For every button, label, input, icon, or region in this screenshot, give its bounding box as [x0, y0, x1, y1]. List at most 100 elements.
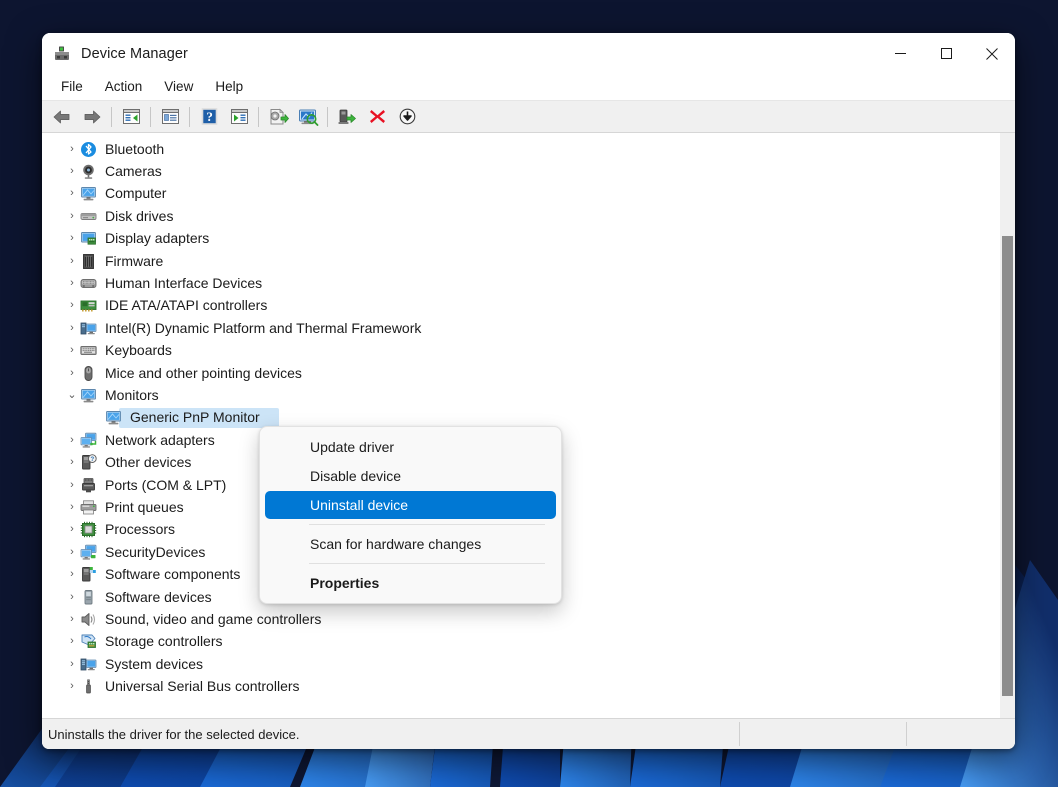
status-text: Uninstalls the driver for the selected d… [42, 727, 299, 742]
monitor-icon [80, 387, 97, 404]
chevron-right-icon[interactable]: › [64, 480, 80, 491]
tree-item[interactable]: ⌄Monitors [42, 384, 999, 406]
menu-view[interactable]: View [153, 76, 204, 98]
chevron-right-icon[interactable]: › [64, 636, 80, 647]
forward-arrow-icon [82, 108, 102, 126]
tree-item[interactable]: ›System devices [42, 653, 999, 675]
menu-bar: File Action View Help [42, 74, 1015, 101]
port-icon [80, 477, 97, 494]
menu-help[interactable]: Help [204, 76, 254, 98]
other-device-icon: ? [80, 454, 97, 471]
tree-item[interactable]: › Firmware [42, 250, 999, 272]
close-button[interactable] [969, 33, 1015, 74]
tree-item[interactable]: ›Human Interface Devices [42, 272, 999, 294]
chevron-right-icon[interactable]: › [64, 592, 80, 603]
tree-item-label: Storage controllers [105, 634, 223, 649]
title-bar[interactable]: Device Manager [42, 33, 1015, 74]
chevron-right-icon[interactable]: › [64, 368, 80, 379]
enable-device-button[interactable] [332, 104, 362, 130]
tree-item[interactable]: ›Cameras [42, 160, 999, 182]
ctx-update-driver[interactable]: Update driver [265, 433, 556, 461]
chevron-right-icon[interactable]: › [64, 547, 80, 558]
tree-item-label: Keyboards [105, 343, 172, 358]
minimize-button[interactable] [877, 33, 923, 74]
menu-action[interactable]: Action [94, 76, 154, 98]
update-driver-button[interactable] [263, 104, 293, 130]
properties-button[interactable] [155, 104, 185, 130]
tree-item[interactable]: ›Display adapters [42, 228, 999, 250]
tree-item-label: Universal Serial Bus controllers [105, 679, 300, 694]
chevron-right-icon[interactable]: › [64, 659, 80, 670]
chevron-right-icon[interactable]: › [64, 435, 80, 446]
mouse-icon [80, 365, 97, 382]
display-adapter-icon [80, 230, 97, 247]
ctx-disable-device[interactable]: Disable device [265, 462, 556, 490]
software-component-icon [80, 566, 97, 583]
security-device-icon [80, 544, 97, 561]
disable-device-button[interactable] [392, 104, 422, 130]
chevron-down-icon[interactable]: ⌄ [64, 390, 80, 401]
scrollbar-thumb[interactable] [1002, 236, 1013, 696]
action-pane-icon [230, 108, 249, 125]
window-controls [877, 33, 1015, 74]
properties-icon [161, 108, 180, 125]
status-divider-1 [739, 722, 740, 746]
window-title: Device Manager [81, 46, 188, 62]
keyboard-icon [80, 342, 97, 359]
tree-item[interactable]: ›Sound, video and game controllers [42, 608, 999, 630]
device-manager-icon [53, 45, 71, 63]
chevron-right-icon[interactable]: › [64, 614, 80, 625]
chevron-right-icon[interactable]: › [64, 457, 80, 468]
tree-item[interactable]: › Universal Serial Bus controllers [42, 675, 999, 697]
tree-item[interactable]: › Intel(R) Dynamic Platform and Thermal F… [42, 317, 999, 339]
tree-item[interactable]: ›IDE ATA/ATAPI controllers [42, 295, 999, 317]
ctx-scan-hardware-changes[interactable]: Scan for hardware changes [265, 530, 556, 558]
update-driver-icon [268, 108, 289, 126]
chevron-right-icon[interactable]: › [64, 144, 80, 155]
toolbar-separator [327, 107, 328, 127]
chevron-right-icon[interactable]: › [64, 323, 80, 334]
back-button[interactable] [47, 104, 77, 130]
console-tree-icon [122, 108, 141, 125]
toolbar-separator [111, 107, 112, 127]
uninstall-device-button[interactable] [362, 104, 392, 130]
tree-item[interactable]: › Storage controllers [42, 631, 999, 653]
chevron-right-icon[interactable]: › [64, 524, 80, 535]
help-button[interactable]: ? [194, 104, 224, 130]
chevron-right-icon[interactable]: › [64, 345, 80, 356]
tree-item-label: Intel(R) Dynamic Platform and Thermal Fr… [105, 321, 421, 336]
tree-item-label: SecurityDevices [105, 545, 205, 560]
chevron-right-icon[interactable]: › [64, 211, 80, 222]
chevron-right-icon[interactable]: › [64, 300, 80, 311]
network-adapter-icon [80, 432, 97, 449]
forward-button[interactable] [77, 104, 107, 130]
chevron-right-icon[interactable]: › [64, 188, 80, 199]
chevron-right-icon[interactable]: › [64, 278, 80, 289]
maximize-button[interactable] [923, 33, 969, 74]
chevron-right-icon[interactable]: › [64, 502, 80, 513]
tree-item-label: Other devices [105, 455, 191, 470]
tree-item[interactable]: › Keyboards [42, 340, 999, 362]
status-divider-2 [906, 722, 907, 746]
tree-item-label: Firmware [105, 254, 163, 269]
tree-item[interactable]: ›Bluetooth [42, 138, 999, 160]
tree-item[interactable]: ›Mice and other pointing devices [42, 362, 999, 384]
camera-icon [80, 163, 97, 180]
ctx-uninstall-device[interactable]: Uninstall device [265, 491, 556, 519]
show-hide-action-pane-button[interactable] [224, 104, 254, 130]
chevron-right-icon[interactable]: › [64, 233, 80, 244]
tree-item[interactable]: ›Computer [42, 183, 999, 205]
chevron-right-icon[interactable]: › [64, 569, 80, 580]
context-menu-separator [309, 563, 545, 564]
chevron-right-icon[interactable]: › [64, 681, 80, 692]
tree-item-label: Disk drives [105, 209, 173, 224]
vertical-scrollbar[interactable] [999, 133, 1015, 718]
show-hide-console-tree-button[interactable] [116, 104, 146, 130]
chevron-right-icon[interactable]: › [64, 256, 80, 267]
toolbar-separator [258, 107, 259, 127]
scan-hardware-changes-button[interactable] [293, 104, 323, 130]
tree-item[interactable]: › Disk drives [42, 205, 999, 227]
ctx-properties[interactable]: Properties [265, 569, 556, 597]
menu-file[interactable]: File [50, 76, 94, 98]
chevron-right-icon[interactable]: › [64, 166, 80, 177]
